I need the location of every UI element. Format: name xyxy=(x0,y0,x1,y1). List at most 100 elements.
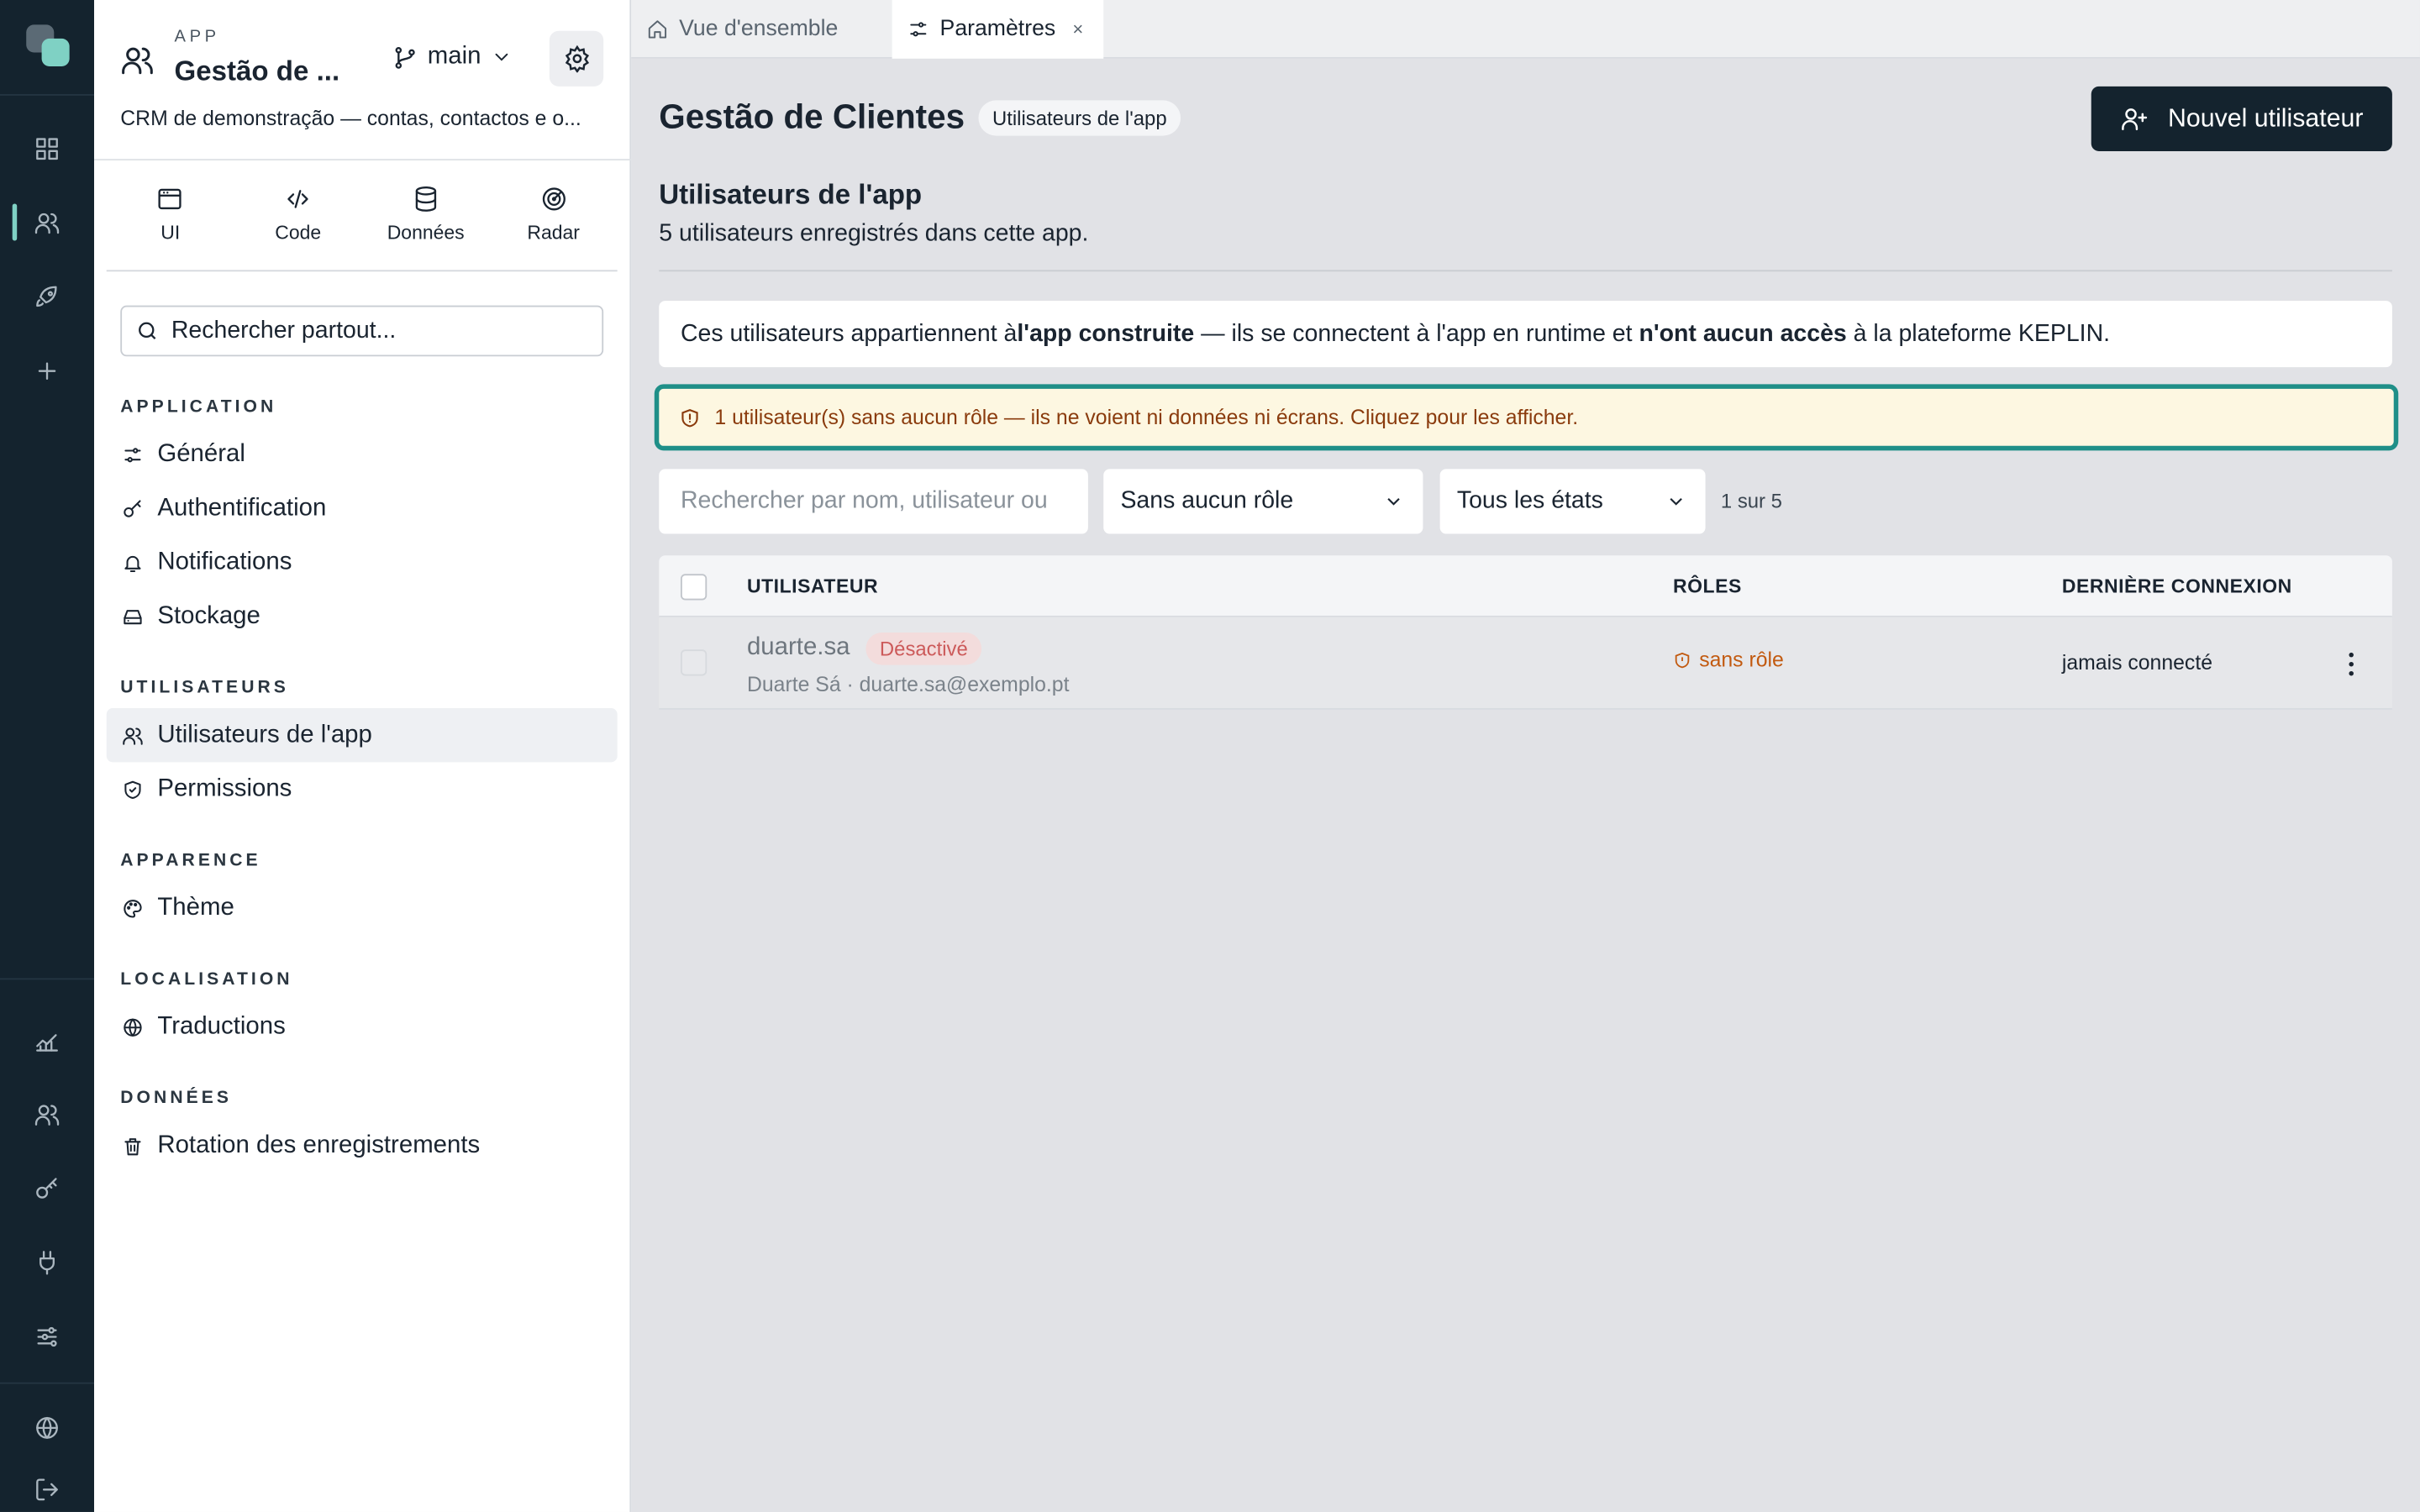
globe-icon xyxy=(124,1017,142,1036)
user-search-input[interactable]: Rechercher par nom, utilisateur ou xyxy=(659,469,1088,534)
role-label: sans rôle xyxy=(1699,648,1784,671)
rail-analytics-button[interactable] xyxy=(0,1003,94,1077)
role-filter-select[interactable]: Sans aucun rôle xyxy=(1103,469,1423,534)
role-filter-value: Sans aucun rôle xyxy=(1120,487,1294,514)
row-more-icon[interactable] xyxy=(2338,648,2363,679)
nav-item-theme[interactable]: Thème xyxy=(107,881,618,935)
status-badge: Désactivé xyxy=(865,633,982,665)
editor-tabbar: Vue d'ensemble Paramètres × xyxy=(631,0,2420,59)
nav-item-label: Utilisateurs de l'app xyxy=(157,721,372,748)
plus-icon xyxy=(38,361,56,380)
rail-team-button[interactable] xyxy=(0,1077,94,1151)
radar-icon xyxy=(542,187,566,211)
nav-item-record-rotation[interactable]: Rotation des enregistrements xyxy=(107,1119,618,1173)
no-role-warning-banner[interactable]: 1 utilisateur(s) sans aucun rôle — ils n… xyxy=(654,384,2399,451)
nav-item-general[interactable]: Général xyxy=(107,428,618,481)
home-icon xyxy=(648,20,667,39)
table-header: UTILISATEUR RÔLES DERNIÈRE CONNEXION xyxy=(659,555,2392,617)
nav-section-localisation: LOCALISATION xyxy=(120,970,293,990)
rail-keys-button[interactable] xyxy=(0,1151,94,1225)
info-text-2: — ils se connectent à l'app en runtime e… xyxy=(1194,320,1639,347)
logo-shape-front xyxy=(41,38,70,66)
sidebar-divider xyxy=(94,159,632,161)
section-divider xyxy=(659,270,2392,272)
rail-add-button[interactable] xyxy=(0,333,94,407)
user-meta: Duarte Sá · duarte.sa@exemplo.pt xyxy=(746,672,1070,696)
settings-nav: APPLICATION Général Authentification Not… xyxy=(106,378,618,1173)
rail-settings-button[interactable] xyxy=(0,1299,94,1373)
app-kicker: APP xyxy=(174,28,220,47)
settings-sidebar: APP Gestão de ... main CRM de demonstraç… xyxy=(94,0,632,1512)
main-content: Gestão de Clientes Utilisateurs de l'app… xyxy=(631,59,2420,1512)
chevron-down-icon xyxy=(1387,497,1400,506)
mode-tab-label: Radar xyxy=(527,222,580,244)
trash-icon xyxy=(124,1137,141,1155)
code-icon xyxy=(287,190,308,208)
user-search-placeholder: Rechercher par nom, utilisateur ou xyxy=(680,487,1048,514)
select-all-checkbox[interactable] xyxy=(680,574,708,601)
mode-tab-code[interactable]: Code xyxy=(234,173,362,270)
hard-drive-icon xyxy=(124,609,142,624)
nav-section-application: APPLICATION xyxy=(120,397,277,417)
row-checkbox[interactable] xyxy=(680,649,708,676)
status-filter-value: Tous les états xyxy=(1456,487,1603,514)
mode-tab-ui[interactable]: UI xyxy=(107,173,234,270)
mode-tab-label: Code xyxy=(275,222,322,244)
nav-item-label: Rotation des enregistrements xyxy=(157,1131,481,1158)
info-bold-1: l'app construite xyxy=(1017,320,1195,347)
nav-item-authentication[interactable]: Authentification xyxy=(107,481,618,535)
app-settings-button[interactable] xyxy=(549,30,604,87)
nav-item-notifications[interactable]: Notifications xyxy=(107,535,618,589)
column-header-user[interactable]: UTILISATEUR xyxy=(747,555,878,617)
branch-selector[interactable]: main xyxy=(392,43,513,71)
tab-settings[interactable]: Paramètres × xyxy=(892,0,1104,59)
column-header-last-login[interactable]: DERNIÈRE CONNEXION xyxy=(2062,555,2292,617)
database-icon xyxy=(415,186,436,212)
nav-item-label: Thème xyxy=(157,894,234,921)
status-filter-select[interactable]: Tous les états xyxy=(1439,469,1706,534)
rail-deploy-button[interactable] xyxy=(0,260,94,333)
mode-tab-data[interactable]: Données xyxy=(362,173,490,270)
app-logo[interactable] xyxy=(0,0,95,96)
sliders-icon xyxy=(37,1326,57,1347)
tab-close-icon[interactable]: × xyxy=(1072,18,1083,40)
user-username: duarte.sa xyxy=(746,633,850,661)
page-title: Gestão de Clientes xyxy=(659,97,965,136)
global-search-input[interactable]: Rechercher partout... xyxy=(120,305,604,357)
nav-item-translations[interactable]: Traductions xyxy=(107,1000,618,1053)
nav-item-storage[interactable]: Stockage xyxy=(107,590,618,643)
rail-dashboard-button[interactable] xyxy=(0,111,94,185)
rail-divider xyxy=(0,1382,95,1384)
users-icon xyxy=(123,727,143,744)
app-description: CRM de demonstração — contas, contactos … xyxy=(120,106,581,130)
key-icon xyxy=(124,499,141,517)
table-row[interactable]: duarte.sa Désactivé Duarte Sá · duarte.s… xyxy=(659,617,2392,710)
rail-integrations-button[interactable] xyxy=(0,1225,94,1299)
nav-item-app-users[interactable]: Utilisateurs de l'app xyxy=(106,708,618,763)
nav-item-label: Traductions xyxy=(157,1012,286,1040)
tab-overview[interactable]: Vue d'ensemble xyxy=(647,0,838,59)
rail-logout-button[interactable] xyxy=(0,1461,94,1512)
mode-tab-radar[interactable]: Radar xyxy=(490,173,618,270)
shield-alert-icon xyxy=(1675,651,1690,668)
nav-section-users: UTILISATEURS xyxy=(120,679,289,698)
tab-label: Paramètres xyxy=(939,17,1056,42)
last-login: jamais connecté xyxy=(2061,651,2213,675)
app-users-icon xyxy=(120,43,154,76)
app-header: APP Gestão de ... main xyxy=(120,28,605,98)
users-table: UTILISATEUR RÔLES DERNIÈRE CONNEXION dua… xyxy=(659,555,2392,710)
info-bold-2: n'ont aucun accès xyxy=(1639,320,1847,347)
nav-item-label: Permissions xyxy=(157,774,292,802)
info-banner: Ces utilisateurs appartiennent à l'app c… xyxy=(659,301,2392,368)
bell-icon xyxy=(124,554,141,572)
nav-item-permissions[interactable]: Permissions xyxy=(107,762,618,816)
mode-tabs: UI Code Données Radar xyxy=(106,173,618,272)
users-icon xyxy=(34,212,60,234)
sliders-icon xyxy=(910,22,927,37)
nav-item-label: Notifications xyxy=(157,548,292,575)
team-icon xyxy=(34,1104,60,1125)
column-header-roles[interactable]: RÔLES xyxy=(1673,555,1742,617)
rail-users-button[interactable] xyxy=(0,185,94,259)
rail-language-button[interactable] xyxy=(0,1394,94,1462)
new-user-button[interactable]: Nouvel utilisateur xyxy=(2091,86,2392,151)
